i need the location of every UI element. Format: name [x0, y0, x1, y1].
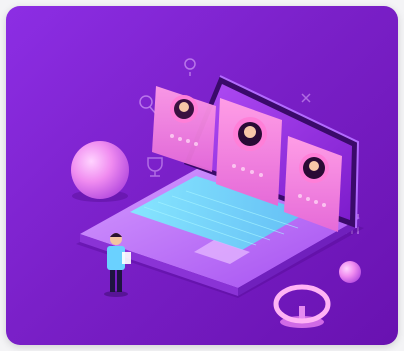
illustration-card[interactable] — [6, 6, 398, 345]
sphere-icon — [71, 141, 129, 202]
small-sphere-icon — [339, 261, 361, 283]
laptop-illustration — [6, 6, 398, 345]
